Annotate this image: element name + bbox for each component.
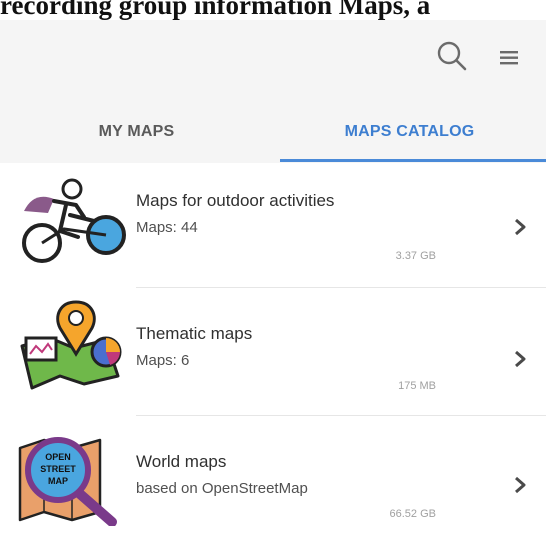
search-icon <box>437 41 467 71</box>
item-title: World maps <box>136 452 227 471</box>
active-tab-indicator <box>280 159 546 162</box>
svg-text:STREET: STREET <box>40 464 76 474</box>
top-app-bar <box>0 20 546 100</box>
svg-text:OPEN: OPEN <box>45 452 71 462</box>
svg-text:MAP: MAP <box>48 476 68 486</box>
hamburger-menu-icon <box>500 51 518 65</box>
cyclist-icon <box>22 178 126 263</box>
openstreetmap-magnifier-icon: OPEN STREET MAP <box>18 437 117 526</box>
chevron-right-icon <box>515 350 526 368</box>
tab-bar: MY MAPS MAPS CATALOG <box>0 100 546 163</box>
tab-maps-catalog[interactable]: MAPS CATALOG <box>273 100 546 163</box>
chevron-right-icon <box>515 476 526 494</box>
tab-my-maps[interactable]: MY MAPS <box>0 100 273 163</box>
list-item-thematic-maps[interactable]: Thematic maps Maps: 6 175 MB <box>0 288 546 416</box>
item-subtitle: Maps: 6 <box>136 352 190 369</box>
list-item-outdoor-maps[interactable]: Maps for outdoor activities Maps: 44 3.3… <box>0 163 546 288</box>
item-subtitle: Maps: 44 <box>136 219 198 236</box>
item-subtitle: based on OpenStreetMap <box>136 480 308 497</box>
item-title: Thematic maps <box>136 324 253 343</box>
list-item-world-maps[interactable]: OPEN STREET MAP World maps based on Open… <box>0 416 546 536</box>
thematic-map-icon <box>20 300 122 390</box>
search-button[interactable] <box>432 34 472 78</box>
menu-button[interactable] <box>492 34 532 78</box>
item-size: 3.37 GB <box>395 250 436 262</box>
item-size: 175 MB <box>398 380 436 392</box>
item-title: Maps for outdoor activities <box>136 191 335 210</box>
chevron-right-icon <box>515 218 526 236</box>
item-size: 66.52 GB <box>389 508 436 520</box>
cropped-caption-text: recording group information Maps, a <box>0 0 431 20</box>
